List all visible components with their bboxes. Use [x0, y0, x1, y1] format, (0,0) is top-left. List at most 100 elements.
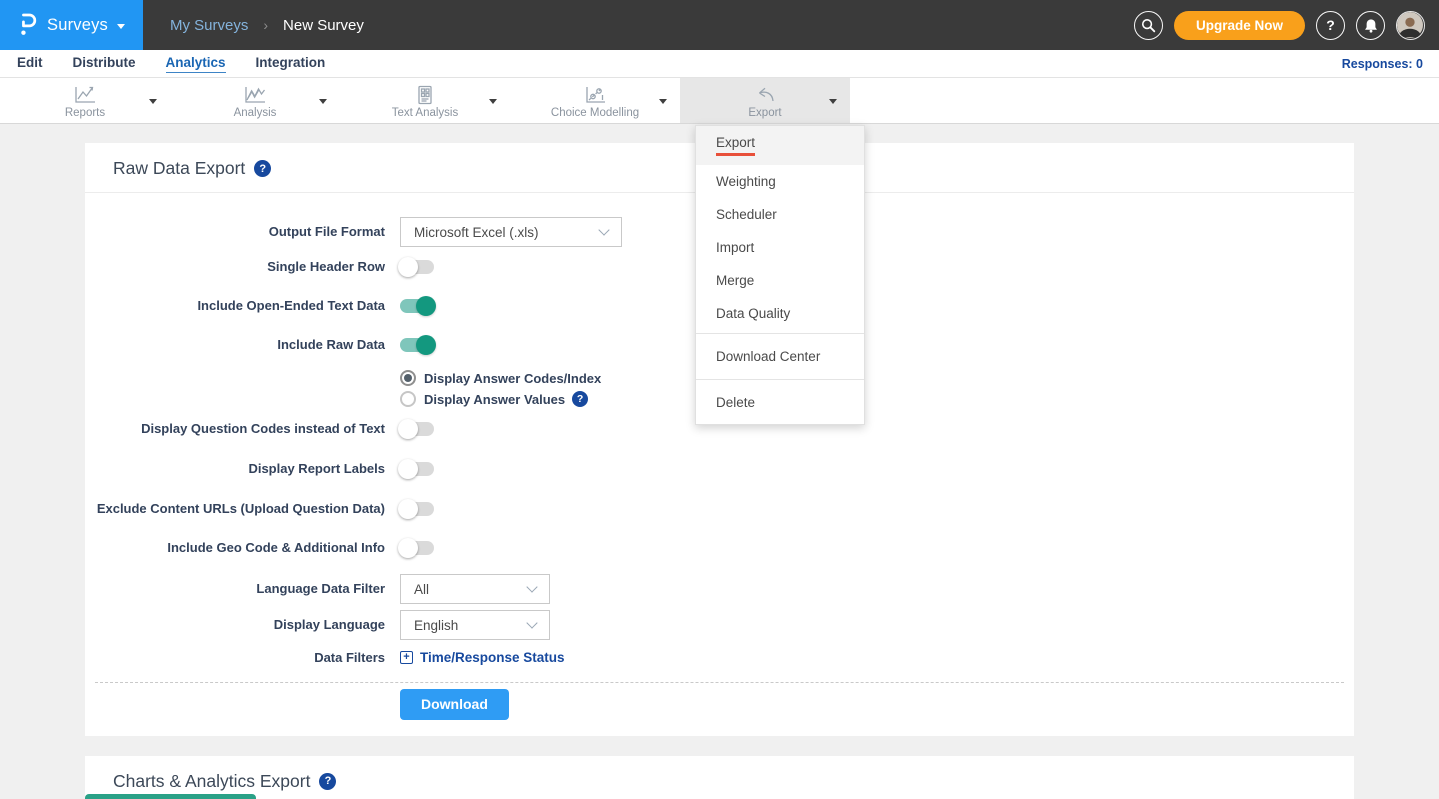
menu-item-scheduler[interactable]: Scheduler — [696, 198, 864, 231]
geo-code-toggle[interactable] — [400, 541, 434, 555]
question-mark-icon: ? — [1326, 17, 1335, 33]
single-header-row-label: Single Header Row — [85, 259, 385, 275]
product-name: Surveys — [47, 16, 108, 35]
include-open-ended-label: Include Open-Ended Text Data — [85, 298, 385, 314]
breadcrumb-current-survey: New Survey — [283, 17, 364, 34]
menu-item-download-center[interactable]: Download Center — [696, 337, 864, 376]
single-header-row-toggle[interactable] — [400, 260, 434, 274]
tab-edit[interactable]: Edit — [17, 55, 43, 73]
top-bar: Surveys My Surveys › New Survey Upgrade … — [0, 0, 1439, 50]
report-labels-row: Display Report Labels — [85, 459, 1354, 479]
section-title: Charts & Analytics Export — [113, 771, 310, 792]
breadcrumb-separator: › — [263, 17, 268, 33]
tab-integration[interactable]: Integration — [256, 55, 326, 73]
geo-code-label: Include Geo Code & Additional Info — [85, 540, 385, 556]
toolbar-item-choice-modelling[interactable]: Choice Modelling — [510, 78, 680, 123]
upgrade-now-button[interactable]: Upgrade Now — [1174, 11, 1305, 40]
exclude-urls-toggle[interactable] — [400, 502, 434, 516]
tab-distribute[interactable]: Distribute — [73, 55, 136, 73]
notifications-button[interactable] — [1356, 11, 1385, 40]
search-icon — [1141, 18, 1156, 33]
chevron-down-icon[interactable] — [829, 99, 837, 104]
download-button[interactable]: Download — [400, 689, 509, 720]
survey-nav-tabs: Edit Distribute Analytics Integration Re… — [0, 50, 1439, 78]
analytics-toolbar: Reports Analysis Text Analysis Choice Mo… — [0, 78, 1439, 124]
help-button[interactable]: ? — [1316, 11, 1345, 40]
help-icon[interactable]: ? — [254, 160, 271, 177]
export-dropdown-menu: Export Weighting Scheduler Import Merge … — [695, 125, 865, 425]
toolbar-item-analysis[interactable]: Analysis — [170, 78, 340, 123]
language-filter-row: Language Data Filter All — [85, 574, 1354, 604]
chevron-down-icon[interactable] — [489, 99, 497, 104]
menu-item-delete[interactable]: Delete — [696, 383, 864, 422]
bell-icon — [1364, 18, 1378, 33]
menu-divider — [696, 379, 864, 380]
plus-icon: + — [400, 651, 413, 664]
responses-count: Responses: 0 — [1342, 57, 1423, 71]
answer-values-radio-label: Display Answer Values — [424, 392, 565, 407]
chevron-down-icon[interactable] — [149, 99, 157, 104]
chevron-down-icon — [117, 24, 125, 29]
include-open-ended-toggle[interactable] — [400, 299, 434, 313]
chevron-down-icon[interactable] — [659, 99, 667, 104]
chevron-down-icon — [526, 581, 537, 592]
help-icon[interactable]: ? — [319, 773, 336, 790]
menu-item-import[interactable]: Import — [696, 231, 864, 264]
menu-item-merge[interactable]: Merge — [696, 264, 864, 297]
chevron-down-icon — [526, 617, 537, 628]
search-button[interactable] — [1134, 11, 1163, 40]
menu-item-weighting[interactable]: Weighting — [696, 165, 864, 198]
exclude-urls-label: Exclude Content URLs (Upload Question Da… — [85, 501, 385, 517]
breadcrumb-my-surveys[interactable]: My Surveys — [170, 17, 248, 34]
display-language-label: Display Language — [85, 617, 385, 633]
time-response-status-link[interactable]: + Time/Response Status — [400, 650, 565, 665]
line-chart-icon — [73, 85, 97, 105]
display-language-select[interactable]: English — [400, 610, 550, 640]
question-codes-label: Display Question Codes instead of Text — [85, 421, 385, 437]
tab-analytics[interactable]: Analytics — [166, 55, 226, 73]
answer-values-radio-row: Display Answer Values ? — [400, 391, 1354, 407]
output-file-format-select[interactable]: Microsoft Excel (.xls) — [400, 217, 622, 247]
geo-code-row: Include Geo Code & Additional Info — [85, 538, 1354, 558]
download-row: Download — [400, 689, 1354, 736]
toolbar-item-text-analysis[interactable]: Text Analysis — [340, 78, 510, 123]
language-filter-select[interactable]: All — [400, 574, 550, 604]
answer-codes-radio-row: Display Answer Codes/Index — [400, 370, 1354, 386]
display-language-row: Display Language English — [85, 610, 1354, 640]
user-avatar[interactable] — [1396, 11, 1425, 40]
page-title: Raw Data Export — [113, 158, 245, 179]
answer-values-radio[interactable] — [400, 391, 416, 407]
exclude-urls-row: Exclude Content URLs (Upload Question Da… — [85, 499, 1354, 519]
report-labels-toggle[interactable] — [400, 462, 434, 476]
menu-divider — [696, 333, 864, 334]
report-labels-label: Display Report Labels — [85, 461, 385, 477]
toolbar-item-reports[interactable]: Reports — [0, 78, 170, 123]
scatter-chart-icon — [584, 85, 606, 105]
chat-widget-peek[interactable] — [85, 794, 256, 799]
include-raw-data-label: Include Raw Data — [85, 337, 385, 353]
output-file-format-label: Output File Format — [85, 224, 385, 240]
topbar-actions: Upgrade Now ? — [1134, 0, 1425, 50]
data-filters-label: Data Filters — [85, 650, 385, 666]
menu-item-data-quality[interactable]: Data Quality — [696, 297, 864, 330]
breadcrumb: My Surveys › New Survey — [170, 17, 364, 34]
analysis-chart-icon — [243, 85, 267, 105]
answer-codes-radio[interactable] — [400, 370, 416, 386]
question-codes-toggle[interactable] — [400, 422, 434, 436]
menu-item-export[interactable]: Export — [696, 126, 864, 165]
answer-codes-radio-label: Display Answer Codes/Index — [424, 371, 601, 386]
product-switcher[interactable]: Surveys — [0, 0, 143, 50]
charts-analytics-export-header: Charts & Analytics Export ? — [85, 756, 1354, 799]
toolbar-item-export[interactable]: Export — [680, 78, 850, 123]
help-icon[interactable]: ? — [572, 391, 588, 407]
chevron-down-icon[interactable] — [319, 99, 327, 104]
document-grid-icon — [415, 85, 435, 105]
share-arrow-icon — [753, 85, 777, 105]
language-filter-label: Language Data Filter — [85, 581, 385, 597]
include-raw-data-toggle[interactable] — [400, 338, 434, 352]
charts-analytics-export-card: Charts & Analytics Export ? — [85, 756, 1354, 799]
chevron-down-icon — [598, 224, 609, 235]
data-filters-row: Data Filters + Time/Response Status — [85, 650, 1354, 666]
questionpro-logo-icon — [18, 12, 38, 38]
section-divider — [95, 682, 1344, 683]
